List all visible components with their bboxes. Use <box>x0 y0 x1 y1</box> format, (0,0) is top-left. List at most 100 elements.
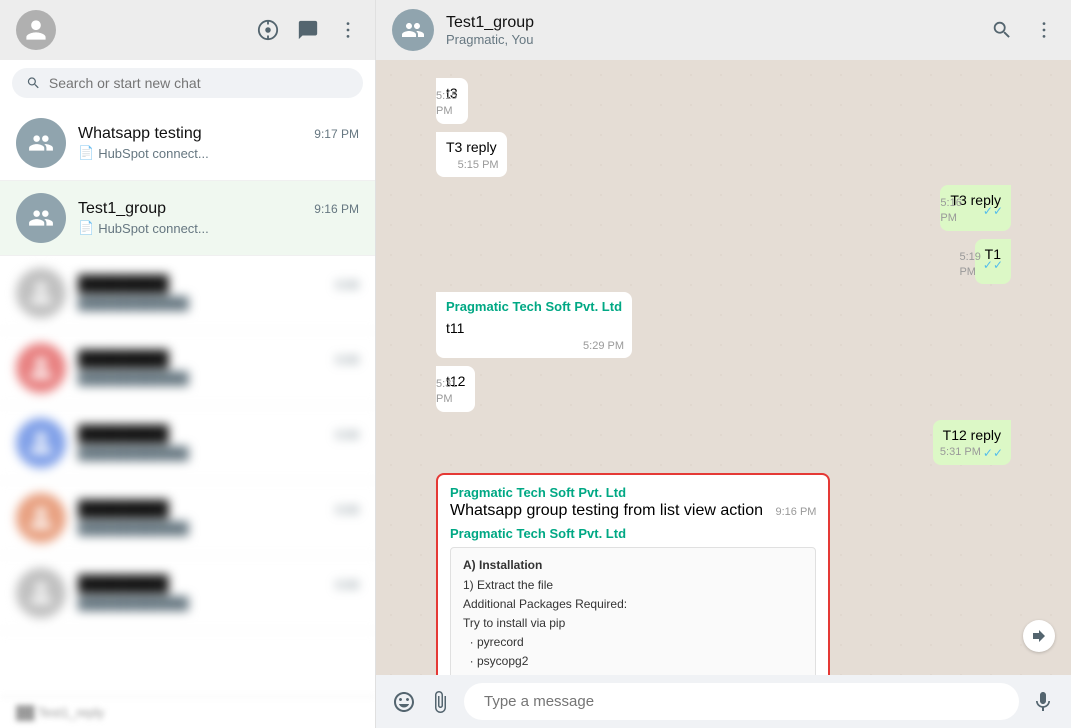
menu-icon-btn[interactable] <box>337 19 359 41</box>
chat-info-blur-5: ████████ 0:00 ████████████ <box>78 576 359 611</box>
bubble-t3-reply: T3 reply 5:15 PM <box>436 132 507 178</box>
forward-btn[interactable] <box>1023 620 1055 652</box>
msg-row-t11: Pragmatic Tech Soft Pvt. Ltd t11 5:29 PM <box>436 292 1011 358</box>
voice-btn[interactable] <box>1031 690 1055 714</box>
chat-avatar-whatsapp-testing <box>16 118 66 168</box>
highlighted-msg-2: Pragmatic Tech Soft Pvt. Ltd A) Installa… <box>450 526 816 675</box>
highlighted-bubble: Pragmatic Tech Soft Pvt. Ltd Whatsapp gr… <box>436 473 830 675</box>
doc-line-4: · pyrecord <box>463 635 524 649</box>
msg-row-t1: T1 5:19 PM ✓✓ <box>436 239 1011 285</box>
chat-time-whatsapp-testing: 9:17 PM <box>314 127 359 141</box>
sidebar: Whatsapp testing 9:17 PM 📄 HubSpot conne… <box>0 0 376 728</box>
chat-item-whatsapp-testing[interactable]: Whatsapp testing 9:17 PM 📄 HubSpot conne… <box>0 106 375 181</box>
chat-preview-whatsapp-testing: 📄 HubSpot connect... <box>78 145 359 161</box>
emoji-btn[interactable] <box>392 690 416 714</box>
chat-search-btn[interactable] <box>991 19 1013 41</box>
chat-preview-icon: 📄 <box>78 145 94 161</box>
bubble-time-t3-reply-out: 5:16 PM ✓✓ <box>940 196 1003 227</box>
user-avatar[interactable] <box>16 10 56 50</box>
chat-preview-icon: 📄 <box>78 220 94 236</box>
tick-icon-t1: ✓✓ <box>983 257 1003 274</box>
chat-header-avatar[interactable] <box>392 9 434 51</box>
chat-time-blur-4: 0:00 <box>336 503 359 517</box>
highlighted-msg-1: Pragmatic Tech Soft Pvt. Ltd Whatsapp gr… <box>450 485 816 520</box>
chat-info-blur-2: ████████ 0:00 ████████████ <box>78 351 359 386</box>
bubble-t11: Pragmatic Tech Soft Pvt. Ltd t11 5:29 PM <box>436 292 632 358</box>
msg-row-highlighted: Pragmatic Tech Soft Pvt. Ltd Whatsapp gr… <box>436 473 1011 675</box>
chat-header-left: Test1_group Pragmatic, You <box>392 9 534 51</box>
chat-area: Test1_group Pragmatic, You t3 5:15 PM T3… <box>376 0 1071 728</box>
chat-time-blur-5: 0:00 <box>336 578 359 592</box>
chat-item-blur-2[interactable]: ████████ 0:00 ████████████ <box>0 331 375 406</box>
highlighted-sender-1: Pragmatic Tech Soft Pvt. Ltd <box>450 485 816 500</box>
msg-row-t12: t12 5:31 PM <box>436 366 1011 412</box>
status-icon-btn[interactable] <box>257 19 279 41</box>
doc-line-1: 1) Extract the file <box>463 578 553 592</box>
chat-preview-blur-2: ████████████ <box>78 371 359 386</box>
bubble-text-t11: t11 <box>446 320 464 336</box>
bubble-t3: t3 5:15 PM <box>436 78 468 124</box>
chat-time-blur-3: 0:00 <box>336 428 359 442</box>
chat-name-test1-group: Test1_group <box>78 200 166 218</box>
chat-time-blur-2: 0:00 <box>336 353 359 367</box>
chat-info-whatsapp-testing: Whatsapp testing 9:17 PM 📄 HubSpot conne… <box>78 125 359 161</box>
bubble-time-t12: 5:31 PM <box>436 377 467 408</box>
chat-info-blur-1: ████████ 0:00 ████████████ <box>78 276 359 311</box>
chat-header: Test1_group Pragmatic, You <box>376 0 1071 60</box>
chat-preview-blur-5: ████████████ <box>78 596 359 611</box>
doc-line-3: Try to install via pip <box>463 616 565 630</box>
chat-avatar-blur-3 <box>16 418 66 468</box>
highlighted-sender-2: Pragmatic Tech Soft Pvt. Ltd <box>450 526 816 541</box>
bubble-time-t12-reply: 5:31 PM ✓✓ <box>940 445 1003 462</box>
chat-info-test1-group: Test1_group 9:16 PM 📄 HubSpot connect... <box>78 200 359 236</box>
msg-row-t12-reply: T12 reply 5:31 PM ✓✓ <box>436 420 1011 466</box>
highlighted-text-1: Whatsapp group testing from list view ac… <box>450 502 763 519</box>
chat-item-blur-1[interactable]: ████████ 0:00 ████████████ <box>0 256 375 331</box>
chat-avatar-blur-2 <box>16 343 66 393</box>
chat-header-info[interactable]: Test1_group Pragmatic, You <box>446 14 534 47</box>
doc-line-5: · psycopg2 <box>463 654 528 668</box>
msg-row-t3-reply: T3 reply 5:15 PM <box>436 132 1011 178</box>
chat-avatar-test1-group <box>16 193 66 243</box>
doc-preview: A) Installation 1) Extract the file Addi… <box>450 547 816 675</box>
chat-avatar-blur-5 <box>16 568 66 618</box>
bubble-t3-reply-out: T3 reply 5:16 PM ✓✓ <box>940 185 1011 231</box>
chat-name-blur-1: ████████ <box>78 276 169 294</box>
chat-info-blur-3: ████████ 0:00 ████████████ <box>78 426 359 461</box>
bubble-t1: T1 5:19 PM ✓✓ <box>975 239 1011 285</box>
chat-header-right <box>991 19 1055 41</box>
search-icon <box>26 75 41 91</box>
attach-btn[interactable] <box>428 690 452 714</box>
chat-name-blur-4: ████████ <box>78 501 169 519</box>
chat-item-blur-4[interactable]: ████████ 0:00 ████████████ <box>0 481 375 556</box>
chat-name-whatsapp-testing: Whatsapp testing <box>78 125 202 143</box>
search-input[interactable] <box>49 75 349 91</box>
chat-name-blur-2: ████████ <box>78 351 169 369</box>
chat-list: Whatsapp testing 9:17 PM 📄 HubSpot conne… <box>0 106 375 696</box>
highlighted-time-1: 9:16 PM <box>775 506 816 518</box>
chat-preview-test1-group: 📄 HubSpot connect... <box>78 220 359 236</box>
message-input[interactable] <box>464 683 1019 720</box>
user-avatar-wrapper <box>16 10 56 50</box>
sidebar-header-icons <box>257 19 359 41</box>
chat-avatar-blur-1 <box>16 268 66 318</box>
chat-item-test1-group[interactable]: Test1_group 9:16 PM 📄 HubSpot connect... <box>0 181 375 256</box>
chat-avatar-blur-4 <box>16 493 66 543</box>
chat-name-blur-5: ████████ <box>78 576 169 594</box>
chat-item-blur-3[interactable]: ████████ 0:00 ████████████ <box>0 406 375 481</box>
chat-time-test1-group: 9:16 PM <box>314 202 359 216</box>
doc-title: A) Installation <box>463 558 542 572</box>
bubble-time-t1: 5:19 PM ✓✓ <box>959 250 1003 281</box>
chat-subtitle: Pragmatic, You <box>446 32 534 47</box>
chat-menu-btn[interactable] <box>1033 19 1055 41</box>
chat-preview-text: HubSpot connect... <box>98 221 209 236</box>
messages-area: t3 5:15 PM T3 reply 5:15 PM T3 reply 5:1… <box>376 60 1071 675</box>
sidebar-footer-blur: ██ Test1_reply <box>0 696 375 728</box>
bubble-time-t3: 5:15 PM <box>436 89 460 120</box>
search-bar <box>0 60 375 106</box>
chat-info-blur-4: ████████ 0:00 ████████████ <box>78 501 359 536</box>
chat-item-blur-5[interactable]: ████████ 0:00 ████████████ <box>0 556 375 631</box>
new-chat-icon-btn[interactable] <box>297 19 319 41</box>
chat-preview-blur-3: ████████████ <box>78 446 359 461</box>
chat-title: Test1_group <box>446 14 534 32</box>
